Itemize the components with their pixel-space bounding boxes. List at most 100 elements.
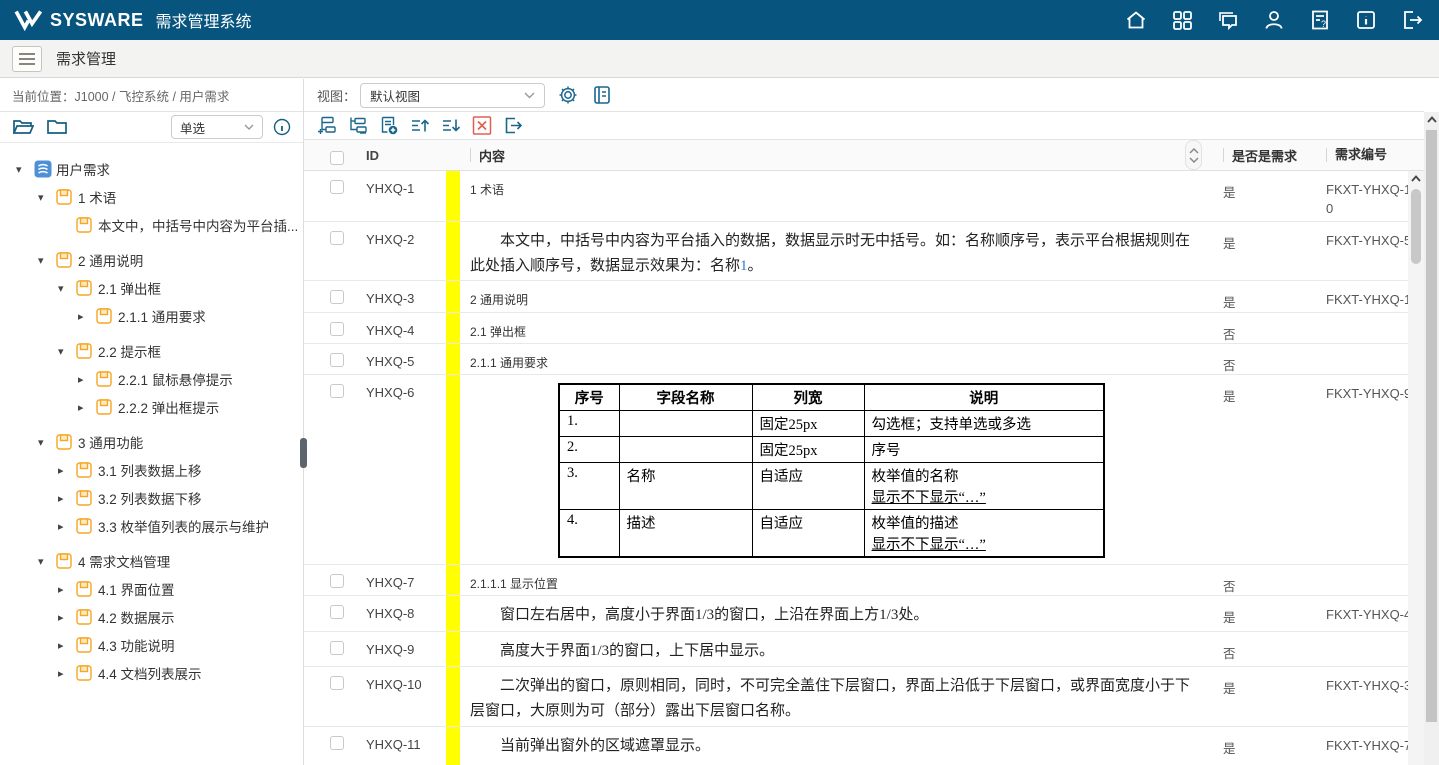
caret-down-icon[interactable]: ▾ xyxy=(38,436,56,449)
move-down-icon[interactable] xyxy=(441,116,461,135)
grid-row[interactable]: YHXQ-7 2.1.1.1 显示位置 否 xyxy=(304,565,1424,596)
row-checkbox[interactable] xyxy=(330,384,344,398)
caret-down-icon[interactable]: ▾ xyxy=(38,254,56,267)
column-header-reqno[interactable]: 需求编号 xyxy=(1318,146,1424,165)
tree-item[interactable]: ▸ 3.1 列表数据上移 xyxy=(0,456,303,484)
caret-down-icon[interactable]: ▾ xyxy=(38,555,56,568)
caret-right-icon[interactable]: ▸ xyxy=(78,310,96,323)
caret-right-icon[interactable]: ▸ xyxy=(58,464,76,477)
caret-right-icon[interactable]: ▸ xyxy=(58,667,76,680)
caret-right-icon[interactable]: ▸ xyxy=(78,373,96,386)
column-header-isreq[interactable]: 是否是需求 xyxy=(1213,146,1318,165)
tree-item[interactable]: ▸ 3.2 列表数据下移 xyxy=(0,484,303,512)
row-checkbox[interactable] xyxy=(330,231,344,245)
caret-right-icon[interactable]: ▸ xyxy=(58,492,76,505)
breadcrumb-label: 当前位置： xyxy=(12,86,75,105)
caret-right-icon[interactable]: ▸ xyxy=(58,583,76,596)
row-checkbox[interactable] xyxy=(330,676,344,690)
tree-item[interactable]: ▸ 2.2.1 鼠标悬停提示 xyxy=(0,365,303,393)
add-peer-icon[interactable] xyxy=(317,116,337,135)
logout-icon[interactable] xyxy=(1399,7,1425,33)
add-document-icon[interactable] xyxy=(379,116,399,135)
user-icon[interactable] xyxy=(1261,7,1287,33)
inserted-field-value: 1 xyxy=(740,258,748,274)
delete-icon[interactable] xyxy=(472,116,492,135)
info-icon[interactable] xyxy=(1353,7,1379,33)
tree-item[interactable]: ▸ 2.2.2 弹出框提示 xyxy=(0,393,303,421)
page-scroll-up-icon[interactable] xyxy=(1427,112,1437,128)
caret-right-icon[interactable]: ▸ xyxy=(58,639,76,652)
view-config-icon[interactable] xyxy=(591,84,613,106)
home-icon[interactable] xyxy=(1123,7,1149,33)
view-select[interactable]: 默认视图 xyxy=(360,83,545,108)
caret-down-icon[interactable]: ▾ xyxy=(58,282,76,295)
grid-row[interactable]: YHXQ-5 2.1.1 通用要求 否 xyxy=(304,344,1424,375)
caret-right-icon[interactable]: ▸ xyxy=(78,401,96,414)
grid-row[interactable]: YHXQ-10 二次弹出的窗口，原则相同，同时，不可完全盖住下层窗口，界面上沿低… xyxy=(304,667,1424,727)
tree-item-root[interactable]: ▾ 用户需求 xyxy=(0,155,303,183)
column-header-content[interactable]: 内容 xyxy=(460,140,1213,170)
scrollbar-up-icon[interactable] xyxy=(1411,171,1421,187)
grid-row[interactable]: YHXQ-1 1 术语 是 FKXT-YHXQ-10 xyxy=(304,171,1424,222)
caret-right-icon[interactable]: ▸ xyxy=(58,611,76,624)
row-checkbox[interactable] xyxy=(330,290,344,304)
row-checkbox[interactable] xyxy=(330,641,344,655)
row-checkbox[interactable] xyxy=(330,322,344,336)
row-checkbox[interactable] xyxy=(330,353,344,367)
tree-item[interactable]: ▾ 2 通用说明 xyxy=(0,246,303,274)
selection-mode-select[interactable]: 单选 xyxy=(171,115,263,139)
panel-splitter-handle[interactable] xyxy=(300,438,307,468)
tree-item-label: 用户需求 xyxy=(56,159,110,179)
row-checkbox[interactable] xyxy=(330,180,344,194)
tree-item[interactable]: 本文中，中括号中内容为平台插... xyxy=(0,211,303,239)
tree-item[interactable]: ▸ 4.2 数据展示 xyxy=(0,603,303,631)
row-id: YHXQ-1 xyxy=(366,171,446,221)
grid-scrollbar[interactable] xyxy=(1408,171,1424,765)
page-scrollbar-thumb[interactable] xyxy=(1426,130,1437,722)
caret-down-icon[interactable]: ▾ xyxy=(38,191,56,204)
row-checkbox[interactable] xyxy=(330,736,344,750)
caret-right-icon[interactable]: ▸ xyxy=(58,520,76,533)
row-is-requirement: 否 xyxy=(1213,565,1318,595)
tree-item[interactable]: ▸ 4.3 功能说明 xyxy=(0,631,303,659)
help-doc-icon[interactable]: ? xyxy=(1307,7,1333,33)
tree-item[interactable]: ▾ 4 需求文档管理 xyxy=(0,547,303,575)
column-header-id[interactable]: ID xyxy=(366,148,446,163)
tree-item[interactable]: ▸ 2.1.1 通用要求 xyxy=(0,302,303,330)
grid-row[interactable]: YHXQ-2 本文中，中括号中内容为平台插入的数据，数据显示时无中括号。如：名称… xyxy=(304,222,1424,281)
page-scrollbar[interactable] xyxy=(1424,112,1439,765)
grid-row[interactable]: YHXQ-8 窗口左右居中，高度小于界面1/3的窗口，上沿在界面上方1/3处。 … xyxy=(304,596,1424,632)
tree-item[interactable]: ▸ 4.4 文档列表展示 xyxy=(0,659,303,687)
grid-row[interactable]: YHXQ-4 2.1 弹出框 否 xyxy=(304,313,1424,344)
tree-item[interactable]: ▸ 3.3 枚举值列表的展示与维护 xyxy=(0,512,303,540)
folder-open-icon[interactable] xyxy=(12,117,34,137)
info-circle-icon[interactable] xyxy=(273,118,291,136)
grid-row[interactable]: YHXQ-6 序号 字段名称 列宽 说明 xyxy=(304,375,1424,565)
tree-item[interactable]: ▾ 3 通用功能 xyxy=(0,428,303,456)
caret-down-icon[interactable]: ▾ xyxy=(16,163,34,176)
add-child-icon[interactable] xyxy=(348,116,368,135)
row-checkbox[interactable] xyxy=(330,605,344,619)
move-up-icon[interactable] xyxy=(410,116,430,135)
grid-row[interactable]: YHXQ-3 2 通用说明 是 FKXT-YHXQ-1 xyxy=(304,281,1424,313)
grid-row[interactable]: YHXQ-9 高度大于界面1/3的窗口，上下居中显示。 否 xyxy=(304,632,1424,667)
row-checkbox[interactable] xyxy=(330,574,344,588)
tree-item[interactable]: ▾ 2.2 提示框 xyxy=(0,337,303,365)
tree-item[interactable]: ▾ 1 术语 xyxy=(0,183,303,211)
scroll-down-icon[interactable] xyxy=(1189,157,1199,163)
folder-closed-icon[interactable] xyxy=(46,117,68,137)
grid-scrollbar-thumb[interactable] xyxy=(1411,189,1421,264)
grid-row[interactable]: YHXQ-11 当前弹出窗外的区域遮罩显示。 是 FKXT-YHXQ-7 xyxy=(304,727,1424,765)
caret-down-icon[interactable]: ▾ xyxy=(58,345,76,358)
row-id: YHXQ-5 xyxy=(366,344,446,374)
tree-item[interactable]: ▾ 2.1 弹出框 xyxy=(0,274,303,302)
select-all-checkbox[interactable] xyxy=(330,151,344,165)
export-icon[interactable] xyxy=(503,116,523,135)
scroll-up-icon[interactable] xyxy=(1189,148,1199,154)
menu-button[interactable] xyxy=(12,46,42,72)
messages-icon[interactable] xyxy=(1215,7,1241,33)
tree-item[interactable]: ▸ 4.1 界面位置 xyxy=(0,575,303,603)
view-label: 视图： xyxy=(317,86,356,105)
apps-grid-icon[interactable] xyxy=(1169,7,1195,33)
gear-icon[interactable] xyxy=(557,84,579,106)
